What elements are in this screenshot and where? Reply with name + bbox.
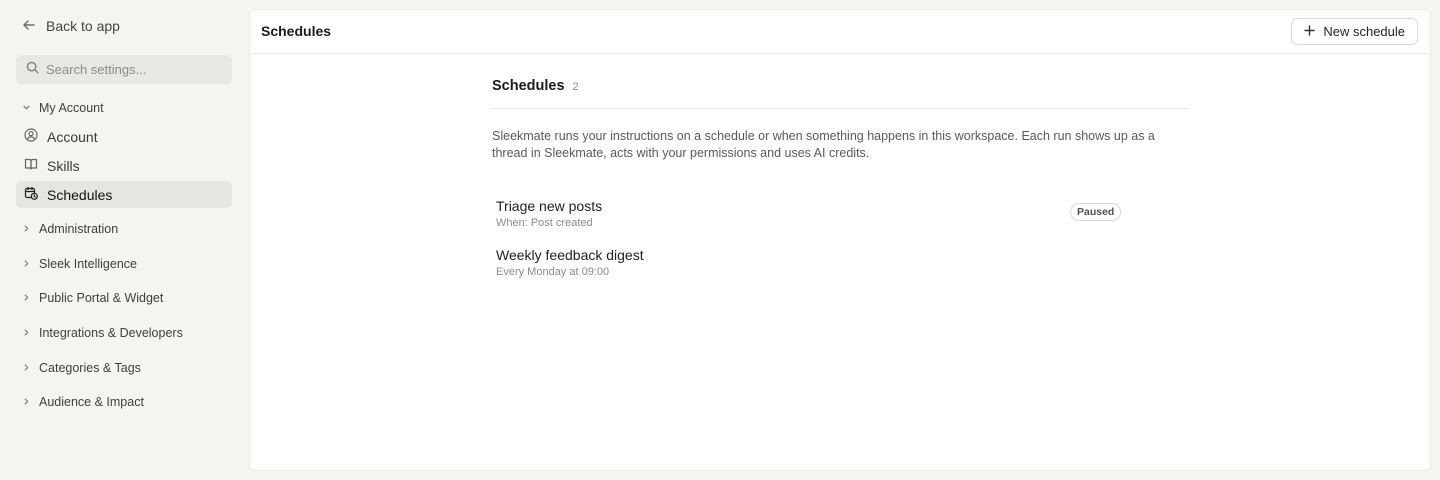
section-integrations-developers[interactable]: Integrations & Developers — [22, 323, 183, 343]
schedule-row[interactable]: Triage new posts When: Post created Paus… — [496, 198, 1189, 247]
schedule-row[interactable]: Weekly feedback digest Every Monday at 0… — [496, 247, 1189, 296]
section-administration[interactable]: Administration — [22, 219, 118, 239]
schedule-trigger: When: Post created — [496, 217, 593, 229]
section-label: Integrations & Developers — [39, 326, 183, 340]
sidebar-item-account[interactable]: Account — [16, 123, 232, 150]
status-badge: Paused — [1070, 203, 1122, 221]
chevron-right-icon — [22, 257, 31, 271]
section-categories-tags[interactable]: Categories & Tags — [22, 358, 141, 378]
chevron-right-icon — [22, 395, 31, 409]
schedules-panel: Schedules New schedule Schedules 2 Sleek… — [249, 9, 1431, 471]
sidebar-item-schedules[interactable]: Schedules — [16, 181, 232, 208]
back-to-app-link[interactable]: Back to app — [22, 16, 120, 36]
chevron-right-icon — [22, 222, 31, 236]
section-my-account[interactable]: My Account — [22, 98, 104, 118]
chevron-down-icon — [22, 101, 31, 115]
section-label: Public Portal & Widget — [39, 291, 164, 305]
arrow-left-icon — [22, 18, 36, 35]
sidebar-item-skills[interactable]: Skills — [16, 152, 232, 179]
plus-icon — [1304, 24, 1316, 39]
sidebar-item-label: Schedules — [47, 186, 113, 203]
section-label: Sleek Intelligence — [39, 257, 137, 271]
search-input[interactable] — [46, 62, 216, 77]
section-label: Administration — [39, 222, 119, 236]
section-public-portal-widget[interactable]: Public Portal & Widget — [22, 288, 163, 308]
search-icon — [26, 61, 39, 79]
schedules-content: Schedules 2 Sleekmate runs your instruct… — [492, 78, 1189, 278]
schedule-count: 2 — [572, 81, 579, 93]
schedules-heading: Schedules 2 — [492, 78, 1189, 109]
schedule-list: Triage new posts When: Post created Paus… — [492, 198, 1189, 296]
schedule-name: Weekly feedback digest — [496, 247, 644, 263]
new-schedule-button[interactable]: New schedule — [1291, 18, 1418, 45]
chevron-right-icon — [22, 361, 31, 375]
chevron-right-icon — [22, 326, 31, 340]
section-label: My Account — [39, 101, 104, 115]
schedule-name: Triage new posts — [496, 198, 603, 214]
section-audience-impact[interactable]: Audience & Impact — [22, 392, 144, 412]
settings-search[interactable] — [16, 55, 232, 84]
schedule-trigger: Every Monday at 09:00 — [496, 266, 610, 278]
settings-app: Back to app My Account Account Skills — [0, 0, 1440, 480]
new-schedule-label: New schedule — [1323, 24, 1405, 39]
sidebar-item-label: Account — [47, 128, 98, 145]
section-label: Categories & Tags — [39, 361, 141, 375]
section-title: Schedules — [492, 78, 565, 94]
book-icon — [24, 157, 38, 174]
page-title: Schedules — [261, 23, 332, 39]
section-sleek-intelligence[interactable]: Sleek Intelligence — [22, 254, 137, 274]
calendar-clock-icon — [24, 186, 38, 203]
user-circle-icon — [24, 128, 38, 145]
chevron-right-icon — [22, 291, 31, 305]
settings-sidebar: Back to app My Account Account Skills — [0, 0, 248, 480]
section-label: Audience & Impact — [39, 395, 144, 409]
panel-header: Schedules New schedule — [250, 10, 1430, 54]
back-to-app-label: Back to app — [46, 18, 120, 34]
sidebar-item-label: Skills — [47, 157, 80, 174]
schedules-description: Sleekmate runs your instructions on a sc… — [492, 129, 1155, 160]
